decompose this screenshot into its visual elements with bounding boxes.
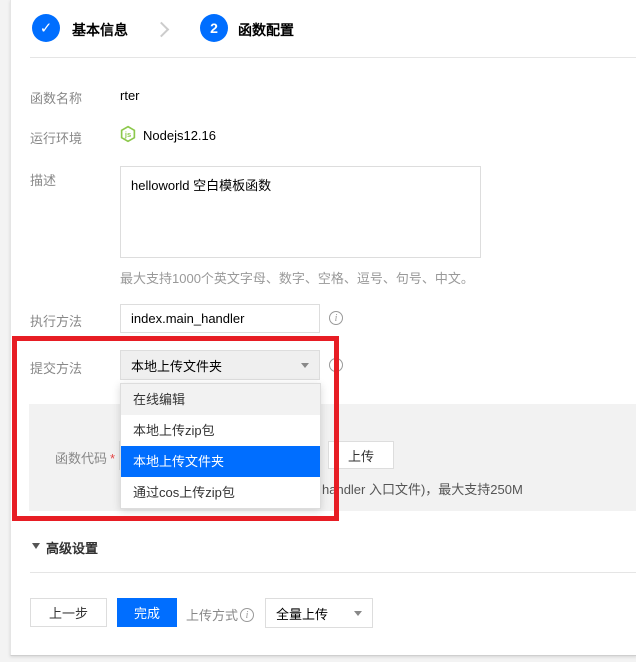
description-hint: 最大支持1000个英文字母、数字、空格、逗号、句号、中文。 <box>120 268 474 287</box>
dropdown-option-local-folder[interactable]: 本地上传文件夹 <box>121 446 320 477</box>
upload-mode-info-icon[interactable]: i <box>240 608 254 622</box>
svg-text:js: js <box>124 130 131 139</box>
step2-number: 2 <box>210 20 218 36</box>
runtime-label: 运行环境 <box>30 128 82 147</box>
upload-mode-select[interactable]: 全量上传 <box>265 598 373 628</box>
function-name-label: 函数名称 <box>30 88 82 107</box>
submit-method-label: 提交方法 <box>30 358 82 377</box>
step2-label: 函数配置 <box>238 20 294 40</box>
runtime-value: Nodejs12.16 <box>143 128 216 143</box>
chevron-down-icon <box>354 611 362 616</box>
done-button[interactable]: 完成 <box>117 598 177 627</box>
description-label: 描述 <box>30 170 56 189</box>
submit-method-value: 本地上传文件夹 <box>131 356 222 375</box>
upload-button[interactable]: 上传 <box>328 441 394 469</box>
dropdown-option-cos-zip[interactable]: 通过cos上传zip包 <box>121 477 320 508</box>
submit-method-dropdown: 在线编辑 本地上传zip包 本地上传文件夹 通过cos上传zip包 <box>120 383 321 509</box>
submit-method-select[interactable]: 本地上传文件夹 <box>120 350 320 380</box>
handler-input[interactable]: index.main_handler <box>120 304 320 333</box>
function-name-value: rter <box>120 88 140 103</box>
required-asterisk: * <box>110 451 115 466</box>
step1-label: 基本信息 <box>72 20 128 40</box>
dropdown-option-local-zip[interactable]: 本地上传zip包 <box>121 415 320 446</box>
content-panel <box>10 0 636 656</box>
chevron-down-icon <box>301 363 309 368</box>
advanced-settings-toggle[interactable]: 高级设置 <box>46 538 98 557</box>
step1-done-circle: ✓ <box>32 14 60 42</box>
check-icon: ✓ <box>40 19 53 37</box>
description-textarea[interactable]: helloworld 空白模板函数 <box>120 166 481 258</box>
header-divider <box>30 57 636 58</box>
collapse-triangle-icon <box>32 543 40 549</box>
submit-method-info-icon[interactable]: i <box>329 358 343 372</box>
nodejs-icon: js <box>119 125 137 148</box>
upload-mode-label: 上传方式 <box>186 605 238 624</box>
previous-step-button[interactable]: 上一步 <box>30 598 107 627</box>
upload-note: handler 入口文件)，最大支持250M <box>322 479 523 498</box>
handler-label: 执行方法 <box>30 311 82 330</box>
handler-info-icon[interactable]: i <box>329 311 343 325</box>
function-config-page: ✓ 基本信息 2 函数配置 函数名称 rter 运行环境 js Nodejs12… <box>0 0 636 662</box>
dropdown-option-online-edit[interactable]: 在线编辑 <box>121 384 320 415</box>
upload-mode-label-row: 上传方式 i <box>186 605 254 624</box>
footer-divider <box>30 572 636 573</box>
step2-circle: 2 <box>200 14 228 42</box>
upload-mode-value: 全量上传 <box>276 604 328 623</box>
function-code-label: 函数代码* <box>55 448 115 467</box>
